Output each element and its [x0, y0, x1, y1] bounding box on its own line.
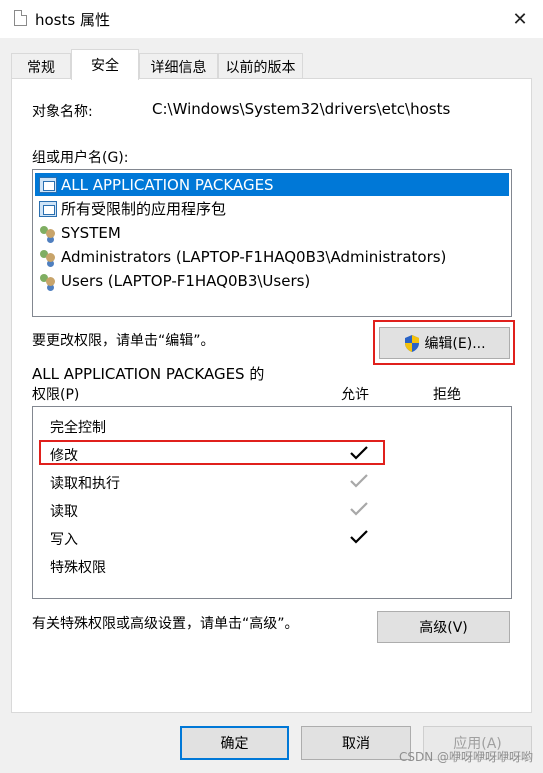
- object-name-label: 对象名称:: [32, 104, 93, 120]
- users-icon: [39, 249, 57, 265]
- advanced-hint: 有关特殊权限或高级设置，请单击“高级”。: [32, 616, 299, 632]
- permission-name: 特殊权限: [50, 560, 106, 576]
- groups-label: 组或用户名(G):: [32, 150, 129, 166]
- edit-hint: 要更改权限，请单击“编辑”。: [32, 333, 215, 349]
- highlight-box-modify: [39, 440, 385, 465]
- edit-button[interactable]: 编辑(E)...: [379, 327, 510, 359]
- list-item[interactable]: Administrators (LAPTOP-F1HAQ0B3\Administ…: [35, 245, 446, 268]
- close-button[interactable]: ✕: [497, 0, 543, 38]
- permission-name: 写入: [50, 532, 78, 548]
- permission-name: 读取和执行: [50, 476, 120, 492]
- close-icon: ✕: [512, 8, 528, 30]
- permission-name: 完全控制: [50, 420, 106, 436]
- users-icon: [39, 225, 57, 241]
- list-item-label: Users (LAPTOP-F1HAQ0B3\Users): [61, 271, 311, 290]
- deny-column-header: 拒绝: [433, 387, 461, 403]
- list-item-label: SYSTEM: [61, 223, 121, 242]
- uac-shield-icon: [403, 334, 421, 353]
- permission-name: 修改: [50, 448, 78, 464]
- permissions-header-line1: ALL APPLICATION PACKAGES 的: [32, 365, 265, 383]
- list-item[interactable]: ALL APPLICATION PACKAGES: [35, 173, 509, 196]
- app-package-icon: [39, 200, 57, 217]
- tab-label: 以前的版本: [225, 59, 296, 76]
- checkmark-icon: [348, 444, 370, 462]
- window-title: hosts 属性: [35, 11, 110, 29]
- list-item[interactable]: 所有受限制的应用程序包: [35, 197, 226, 220]
- cancel-button[interactable]: 取消: [301, 726, 411, 760]
- checkmark-inherited-icon: [348, 500, 370, 518]
- checkmark-inherited-icon: [348, 472, 370, 490]
- allow-column-header: 允许: [341, 387, 369, 403]
- watermark: CSDN @咿呀咿呀咿呀哟: [398, 750, 533, 764]
- edit-button-label: 编辑(E)...: [424, 336, 486, 352]
- tab-strip: 常规 安全 详细信息 以前的版本: [11, 49, 532, 80]
- tab-label: 常规: [27, 59, 55, 76]
- tab-label: 安全: [91, 58, 119, 74]
- file-icon: [14, 10, 27, 26]
- advanced-button[interactable]: 高级(V): [377, 611, 510, 643]
- tab-security[interactable]: 安全: [71, 49, 139, 80]
- object-name-value: C:\Windows\System32\drivers\etc\hosts: [152, 100, 451, 118]
- permission-name: 读取: [50, 504, 78, 520]
- tab-previous-versions[interactable]: 以前的版本: [218, 53, 303, 79]
- users-icon: [39, 273, 57, 289]
- tab-label: 详细信息: [150, 59, 207, 76]
- list-item-label: 所有受限制的应用程序包: [61, 200, 227, 218]
- advanced-button-label: 高级(V): [419, 620, 468, 636]
- security-tab-panel: 对象名称: C:\Windows\System32\drivers\etc\ho…: [11, 78, 532, 713]
- ok-button[interactable]: 确定: [180, 726, 289, 760]
- list-item[interactable]: Users (LAPTOP-F1HAQ0B3\Users): [35, 269, 310, 292]
- tab-details[interactable]: 详细信息: [139, 53, 218, 79]
- title-bar: hosts 属性 ✕: [0, 0, 543, 38]
- list-item-label: Administrators (LAPTOP-F1HAQ0B3\Administ…: [61, 247, 447, 266]
- groups-listbox[interactable]: ALL APPLICATION PACKAGES 所有受限制的应用程序包 SYS…: [32, 169, 512, 317]
- tab-general[interactable]: 常规: [11, 53, 71, 79]
- checkmark-icon: [348, 528, 370, 546]
- app-package-icon: [39, 176, 57, 193]
- list-item-label: ALL APPLICATION PACKAGES: [61, 175, 274, 194]
- ok-button-label: 确定: [220, 736, 249, 752]
- cancel-button-label: 取消: [342, 736, 370, 752]
- permissions-header-line2: 权限(P): [32, 387, 80, 403]
- list-item[interactable]: SYSTEM: [35, 221, 121, 244]
